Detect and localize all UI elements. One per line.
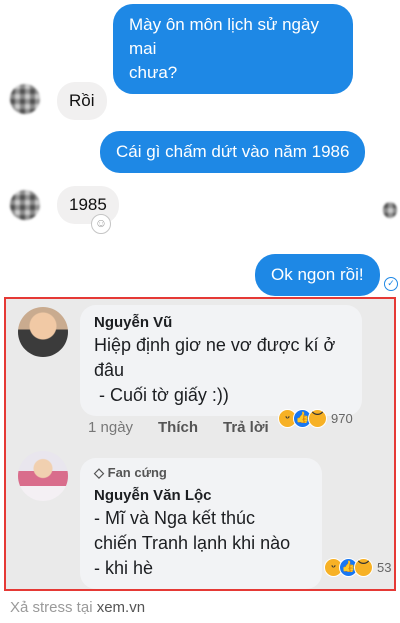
comment-bubble: ◇ Fan cứng Nguyễn Văn Lộc - Mĩ và Nga kế… xyxy=(80,458,322,589)
reply-label: Trả lời xyxy=(223,419,269,436)
message-bubble-outgoing[interactable]: Mày ôn môn lịch sử ngày mai chưa? xyxy=(113,4,353,94)
reaction-summary[interactable]: ᵕ 👍 ︶ 53 xyxy=(324,558,391,577)
reply-link[interactable]: Trả lời xyxy=(223,419,269,436)
message-text: Rồi xyxy=(69,91,95,110)
reaction-count: 53 xyxy=(377,560,392,575)
watermark-text: Xả stress tại xem.vn xyxy=(10,599,145,616)
message-bubble-incoming[interactable]: Rồi xyxy=(57,82,107,120)
sad-icon: ︶ xyxy=(354,558,373,577)
reaction-count: 970 xyxy=(331,411,353,426)
comment-time: 1 ngày xyxy=(88,419,134,436)
fan-badge: ◇ Fan cứng xyxy=(94,464,308,482)
smiley-plus-icon[interactable]: ☺ xyxy=(91,214,111,234)
comment-text: Hiệp định giơ ne vơ được kí ở xyxy=(94,335,336,355)
chat-area: Mày ôn môn lịch sử ngày mai chưa? Rồi Cá… xyxy=(0,0,400,297)
comment-author[interactable]: Nguyễn Văn Lộc xyxy=(94,486,308,506)
comment-text: - Cuối tờ giấy :)) xyxy=(94,385,229,405)
message-text: Cái gì chấm dứt vào năm 1986 xyxy=(116,142,350,161)
watermark: Xả stress tại xem.vn xyxy=(0,595,400,623)
seen-avatar xyxy=(383,202,397,218)
message-text: 1985 xyxy=(69,195,107,214)
sad-icon: ︶ xyxy=(308,409,327,428)
message-bubble-outgoing[interactable]: Ok ngon rồi! xyxy=(255,254,380,296)
message-bubble-outgoing[interactable]: Cái gì chấm dứt vào năm 1986 xyxy=(100,131,366,173)
avatar xyxy=(10,190,40,220)
comment-text: đâu xyxy=(94,360,125,380)
avatar xyxy=(10,84,40,114)
diamond-icon: ◇ xyxy=(94,465,104,480)
message-text: Ok ngon rồi! xyxy=(271,265,364,284)
like-link[interactable]: Thích xyxy=(158,419,198,436)
message-text: chưa? xyxy=(129,63,178,82)
check-circle-icon: ✓ xyxy=(384,277,398,291)
comment-meta: 1 ngày xyxy=(88,419,133,436)
comment-author[interactable]: Nguyễn Vũ xyxy=(94,313,348,333)
comments-panel: Nguyễn Vũ Hiệp định giơ ne vơ được kí ở … xyxy=(4,297,396,591)
like-label: Thích xyxy=(158,419,198,436)
avatar[interactable] xyxy=(18,307,68,357)
comment-text: chiến Tranh lạnh khi nào xyxy=(94,533,291,553)
badge-label: Fan cứng xyxy=(107,465,167,480)
message-text: Mày ôn môn lịch sử ngày mai xyxy=(129,15,319,58)
avatar[interactable] xyxy=(18,451,68,501)
comment-bubble: Nguyễn Vũ Hiệp định giơ ne vơ được kí ở … xyxy=(80,305,362,416)
watermark-prefix: Xả stress tại xyxy=(10,599,97,616)
comment-text: - Mĩ và Nga kết thúc xyxy=(94,508,256,528)
reaction-summary[interactable]: ᵕ 👍 ︶ 970 xyxy=(278,409,353,428)
comment-text: - khi hè xyxy=(94,558,154,578)
watermark-site: xem.vn xyxy=(96,599,146,616)
